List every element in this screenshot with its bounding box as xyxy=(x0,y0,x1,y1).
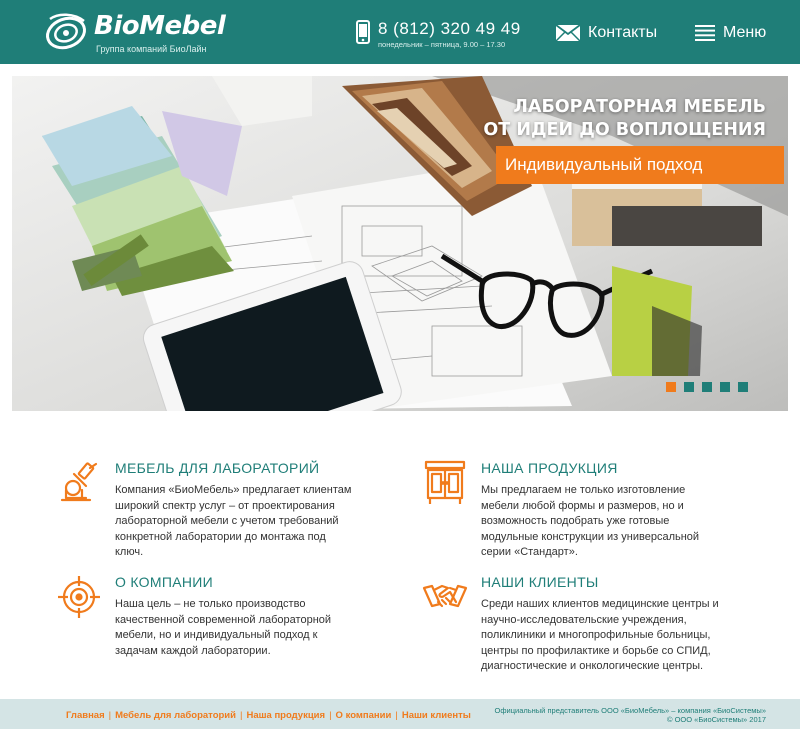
footer-link-clients[interactable]: Наши клиенты xyxy=(402,710,471,721)
logo-text: BioMebel xyxy=(94,11,226,41)
footer-link-home[interactable]: Главная xyxy=(66,710,105,721)
footer-link-about[interactable]: О компании xyxy=(336,710,392,721)
logo-swirl-icon xyxy=(46,13,86,50)
feature-title[interactable]: МЕБЕЛЬ ДЛЯ ЛАБОРАТОРИЙ xyxy=(115,460,319,476)
slider-dot-1[interactable] xyxy=(666,382,676,392)
feature-title[interactable]: НАША ПРОДУКЦИЯ xyxy=(481,460,618,476)
hero-slider: ЛАБОРАТОРНАЯ МЕБЕЛЬ ОТ ИДЕИ ДО ВОПЛОЩЕНИ… xyxy=(12,76,788,411)
logo-subtitle: Группа компаний БиоЛайн xyxy=(96,44,207,54)
contacts-button[interactable]: Контакты xyxy=(556,22,657,44)
footer-info: Официальный представитель ООО «БиоМебель… xyxy=(495,706,766,724)
slider-dot-4[interactable] xyxy=(720,382,730,392)
feature-title[interactable]: НАШИ КЛИЕНТЫ xyxy=(481,574,599,590)
hero-title-line2: ОТ ИДЕИ ДО ВОПЛОЩЕНИЯ xyxy=(483,120,766,140)
footer-official-text: Официальный представитель ООО «БиоМебель… xyxy=(494,706,766,715)
slider-pagination xyxy=(666,382,748,392)
footer-nav: Главная | Мебель для лабораторий | Наша … xyxy=(66,710,471,721)
footer-separator: | xyxy=(329,710,332,721)
footer-separator: | xyxy=(239,710,243,721)
handshake-icon xyxy=(422,584,468,608)
mobile-phone-icon xyxy=(356,20,370,44)
site-footer: Главная | Мебель для лабораторий | Наша … xyxy=(0,699,800,729)
menu-button[interactable]: Меню xyxy=(695,22,766,44)
slider-dot-3[interactable] xyxy=(702,382,712,392)
microscope-icon xyxy=(60,462,98,502)
slider-dot-2[interactable] xyxy=(684,382,694,392)
footer-copyright: © ООО «БиоСистемы» 2017 xyxy=(666,715,766,724)
phone-number[interactable]: 8 (812) 320 49 49 xyxy=(378,19,521,39)
footer-separator: | xyxy=(108,710,112,721)
feature-title[interactable]: О КОМПАНИИ xyxy=(115,574,213,590)
hero-title-line1: ЛАБОРАТОРНАЯ МЕБЕЛЬ xyxy=(513,97,766,117)
feature-text: Наша цель – не только производство качес… xyxy=(115,598,332,657)
target-icon xyxy=(58,576,100,618)
contacts-label: Контакты xyxy=(588,24,658,41)
cabinet-icon xyxy=(424,460,466,504)
feature-text: Среди наших клиентов медицинские центры … xyxy=(481,598,719,672)
feature-text: Компания «БиоМебель» предлагает клиентам… xyxy=(115,484,352,558)
footer-link-lab-furniture[interactable]: Мебель для лабораторий xyxy=(115,710,236,721)
hero-badge: Индивидуальный подход xyxy=(496,146,784,184)
hamburger-menu-icon xyxy=(695,25,715,41)
footer-separator: | xyxy=(395,710,398,721)
feature-text: Мы предлагаем не только изготовление меб… xyxy=(481,484,700,558)
footer-link-products[interactable]: Наша продукция xyxy=(246,710,325,721)
envelope-icon xyxy=(556,25,580,41)
site-header: BioMebel Группа компаний БиоЛайн 8 (812)… xyxy=(0,0,800,64)
slider-dot-5[interactable] xyxy=(738,382,748,392)
logo[interactable]: BioMebel Группа компаний БиоЛайн xyxy=(44,9,234,55)
hero-title: ЛАБОРАТОРНАЯ МЕБЕЛЬ ОТ ИДЕИ ДО ВОПЛОЩЕНИ… xyxy=(483,96,766,142)
phone-hours: понедельник – пятница, 9.00 – 17.30 xyxy=(378,40,506,49)
menu-label: Меню xyxy=(723,24,767,41)
